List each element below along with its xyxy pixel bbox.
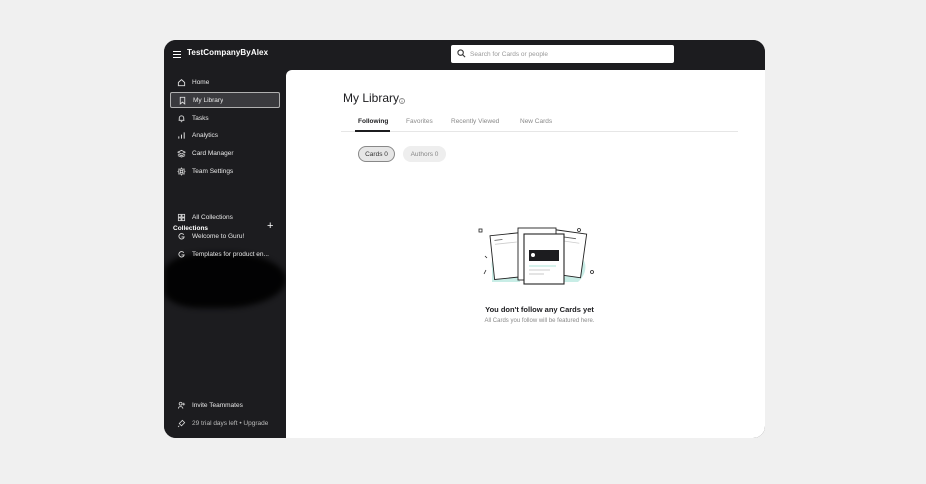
search-box[interactable]	[451, 45, 674, 63]
active-tab-indicator	[355, 130, 390, 132]
trial-upgrade-link[interactable]: 29 trial days left • Upgrade	[170, 415, 280, 431]
sidebar-item-label: Team Settings	[192, 167, 234, 175]
sidebar-item-label: Tasks	[192, 114, 209, 122]
empty-state-title: You don't follow any Cards yet	[485, 305, 594, 314]
bell-icon	[176, 113, 186, 123]
empty-state-subtitle: All Cards you follow will be featured he…	[484, 318, 595, 324]
guru-icon	[176, 231, 186, 241]
grid-icon	[176, 212, 186, 222]
tab-new-cards[interactable]: New Cards	[520, 118, 552, 125]
add-user-icon	[176, 400, 186, 410]
tab-bar: Following Favorites Recently Viewed New …	[341, 115, 738, 132]
guru-icon	[176, 249, 186, 259]
sidebar-item-my-library[interactable]: My Library	[170, 92, 280, 108]
empty-state-illustration	[478, 227, 594, 285]
sidebar-item-label: Welcome to Guru!	[192, 232, 245, 240]
top-bar: TestCompanyByAlex	[164, 40, 765, 70]
sidebar-item-all-collections[interactable]: All Collections	[170, 209, 280, 225]
sidebar: Home My Library Tasks Analytics Card Man…	[164, 70, 286, 438]
sidebar-item-team-settings[interactable]: Team Settings	[170, 163, 280, 179]
app-window: TestCompanyByAlex Home My Library	[164, 40, 765, 438]
sidebar-item-label: Invite Teammates	[192, 401, 243, 409]
info-icon[interactable]	[399, 98, 405, 104]
sidebar-item-welcome-collection[interactable]: Welcome to Guru!	[170, 228, 280, 244]
rocket-icon	[176, 418, 186, 428]
sidebar-item-home[interactable]: Home	[170, 74, 280, 90]
sidebar-item-label: Card Manager	[192, 149, 234, 157]
tab-favorites[interactable]: Favorites	[406, 118, 433, 125]
sidebar-item-label: Home	[192, 78, 210, 86]
layers-icon	[176, 148, 186, 158]
bar-chart-icon	[176, 130, 186, 140]
sidebar-item-label: My Library	[193, 96, 224, 104]
company-name[interactable]: TestCompanyByAlex	[187, 48, 268, 57]
menu-icon[interactable]	[173, 51, 181, 58]
sidebar-item-label: Templates for product en...	[192, 250, 269, 258]
sidebar-item-label: Analytics	[192, 131, 219, 139]
sidebar-item-templates-collection[interactable]: Templates for product en...	[170, 246, 280, 262]
search-input[interactable]	[470, 45, 670, 63]
filter-cards-button[interactable]: Cards 0	[358, 146, 395, 162]
sidebar-item-label: 29 trial days left • Upgrade	[192, 419, 269, 427]
bookmark-icon	[177, 95, 187, 105]
page-title: My Library	[343, 91, 400, 105]
sidebar-item-analytics[interactable]: Analytics	[170, 127, 280, 143]
sidebar-item-card-manager[interactable]: Card Manager	[170, 145, 280, 161]
home-icon	[176, 77, 186, 87]
gear-icon	[176, 166, 186, 176]
filter-authors-button[interactable]: Authors 0	[403, 146, 446, 162]
tab-recently-viewed[interactable]: Recently Viewed	[451, 118, 499, 125]
search-icon	[457, 49, 466, 58]
tab-following[interactable]: Following	[358, 118, 388, 125]
main-content: My Library Following Favorites Recently …	[286, 70, 765, 438]
sidebar-item-label: All Collections	[192, 213, 233, 221]
invite-teammates-button[interactable]: Invite Teammates	[170, 397, 280, 413]
sidebar-item-tasks[interactable]: Tasks	[170, 110, 280, 126]
